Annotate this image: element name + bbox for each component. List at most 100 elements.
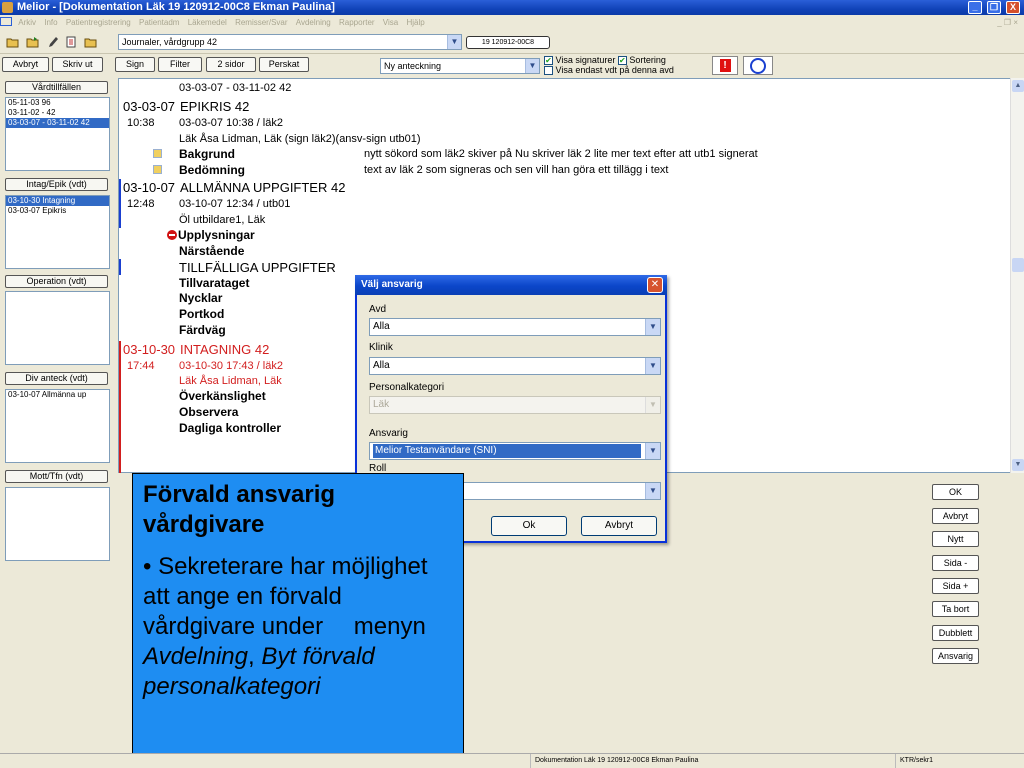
list-item[interactable]: 03-11-02 - 42 [6,108,109,118]
status-user: KTR/sekr1 [895,754,1024,768]
keyword-text: text av läk 2 som signeras och sen vill … [364,164,669,176]
filter-button[interactable]: Filter [158,57,202,72]
show-signatures-checkbox[interactable]: ✔ [544,56,553,66]
cancel-button[interactable]: Avbryt [932,508,979,524]
dialog-cancel-button[interactable]: Avbryt [581,516,657,536]
section-header-mott-tfn[interactable]: Mott/Tfn (vdt) [5,470,108,483]
scroll-up-icon[interactable]: ▲ [1012,80,1024,92]
circle-icon [750,58,766,74]
keyword: Portkod [179,307,225,321]
entry-title[interactable]: INTAGNING 42 [180,343,269,356]
menu-rapporter[interactable]: Rapporter [339,15,375,30]
entry-date: 03-10-07 [123,180,176,195]
menu-lakemedel[interactable]: Läkemedel [188,15,227,30]
section-header-vardtillfallen[interactable]: Vårdtillfällen [5,81,108,94]
chevron-down-icon: ▼ [447,35,461,49]
view-select[interactable]: Journaler, vårdgrupp 42 ▼ [118,34,462,50]
two-pages-button[interactable]: 2 sidor [206,57,256,72]
personalkategori-select: Läk ▼ [369,396,661,414]
sub-heading: TILLFÄLLIGA UPPGIFTER [179,260,336,275]
sorting-checkbox[interactable]: ✔ [617,56,627,66]
folder-icon[interactable] [84,36,98,48]
avd-label: Avd [369,304,387,315]
annotation-callout: Förvald ansvarig vårdgivare • Sekreterar… [132,473,464,767]
menu-patientregistrering[interactable]: Patientregistrering [66,15,131,30]
dialog-close-icon[interactable]: ✕ [647,277,663,293]
scroll-thumb[interactable] [1012,258,1024,272]
page-next-button[interactable]: Sida + [932,578,979,594]
print-button[interactable]: Skriv ut [52,57,103,72]
menu-patientadm[interactable]: Patientadm [139,15,179,30]
operation-list[interactable] [5,291,110,365]
new-note-select[interactable]: Ny anteckning ▼ [380,58,540,74]
abort-button[interactable]: Avbryt [2,57,49,72]
duplicate-button[interactable]: Dubblett [932,625,979,641]
toolbar: Journaler, vårdgrupp 42 ▼ 19 120912-00C8 [0,30,1024,54]
menu-info[interactable]: Info [44,15,57,30]
delete-button[interactable]: Ta bort [932,601,979,617]
entry-marker-bar [119,341,121,473]
page-prev-button[interactable]: Sida - [932,555,979,571]
folder-arrow-icon[interactable] [26,36,40,48]
menu-visa[interactable]: Visa [383,15,398,30]
dialog-ok-button[interactable]: Ok [491,516,567,536]
note-marker-icon [153,165,162,174]
left-panel: Vårdtillfällen 05-11-03 96 03-11-02 - 42… [0,78,112,753]
list-item[interactable]: 05-11-03 96 [6,98,109,108]
menu-arkiv[interactable]: Arkiv [18,15,36,30]
entry-author: Läk Åsa Lidman, Läk (sign läk2)(ansv-sig… [179,133,421,145]
maximize-button[interactable]: ❐ [987,1,1001,14]
intag-epik-list[interactable]: 03-10-30 Intagning 03-03-07 Epikris [5,195,110,269]
keyword: Observera [179,405,239,419]
ok-button[interactable]: OK [932,484,979,500]
list-item[interactable]: 03-10-30 Intagning [6,196,109,206]
journal-scrollbar[interactable]: ▲ ▼ [1010,78,1024,473]
note-marker-icon [153,149,162,158]
journal-range: 03-03-07 - 03-11-02 42 [179,82,292,94]
alert-button[interactable]: ! [712,56,738,75]
entry-title[interactable]: EPIKRIS 42 [180,100,249,113]
avd-select[interactable]: Alla ▼ [369,318,661,336]
ansvarig-label: Ansvarig [369,428,408,439]
mdi-controls[interactable]: _ ❐ × [997,15,1018,30]
klinik-select[interactable]: Alla ▼ [369,357,661,375]
patient-id-badge: 19 120912-00C8 [466,36,550,49]
responsible-button[interactable]: Ansvarig [932,648,979,664]
sign-button[interactable]: Sign [115,57,155,72]
callout-body: • Sekreterare har möjlighet att ange en … [143,553,428,700]
menu-avdelning[interactable]: Avdelning [296,15,331,30]
status-bar: Dokumentation Läk 19 120912-00C8 Ekman P… [0,753,1024,768]
scroll-down-icon[interactable]: ▼ [1012,459,1024,471]
entry-title[interactable]: ALLMÄNNA UPPGIFTER 42 [180,181,345,194]
new-button[interactable]: Nytt [932,531,979,547]
list-item[interactable]: 03-03-07 Epikris [6,206,109,216]
minimize-button[interactable]: _ [968,1,982,14]
vardtillfallen-list[interactable]: 05-11-03 96 03-11-02 - 42 03-03-07 - 03-… [5,97,110,171]
perskat-button[interactable]: Perskat [259,57,309,72]
section-header-intag-epik[interactable]: Intag/Epik (vdt) [5,178,108,191]
keyword-text: nytt sökord som läk2 skiver på Nu skrive… [364,148,758,160]
menu-hjalp[interactable]: Hjälp [406,15,424,30]
mott-tfn-list[interactable] [5,487,110,561]
entry-date: 03-10-30 [123,342,176,357]
section-header-div-anteck[interactable]: Div anteck (vdt) [5,372,108,385]
entry-time: 12:48 [127,198,155,210]
entry-stamp: 03-03-07 10:38 / läk2 [179,117,283,129]
document-icon[interactable] [64,36,78,48]
callout-heading: Förvald ansvarig vårdgivare [143,481,336,538]
menu-remisser[interactable]: Remisser/Svar [235,15,287,30]
action-button-row: Avbryt Skriv ut Sign Filter 2 sidor Pers… [0,55,1024,78]
keyword: Bakgrund [179,147,236,161]
section-header-operation[interactable]: Operation (vdt) [5,275,108,288]
ansvarig-select[interactable]: Melior Testanvändare (SNI) ▼ [369,442,661,460]
show-only-unit-checkbox[interactable] [544,66,553,76]
pen-icon[interactable] [46,36,60,48]
div-anteck-list[interactable]: 03-10-07 Allmänna up [5,389,110,463]
close-button[interactable]: X [1006,1,1020,14]
open-folder-icon[interactable] [6,36,20,48]
entry-stamp: 03-10-07 12:34 / utb01 [179,198,291,210]
circle-button[interactable] [743,56,773,75]
list-item[interactable]: 03-10-07 Allmänna up [6,390,109,400]
list-item[interactable]: 03-03-07 - 03-11-02 42 [6,118,109,128]
keyword: Upplysningar [167,229,255,242]
